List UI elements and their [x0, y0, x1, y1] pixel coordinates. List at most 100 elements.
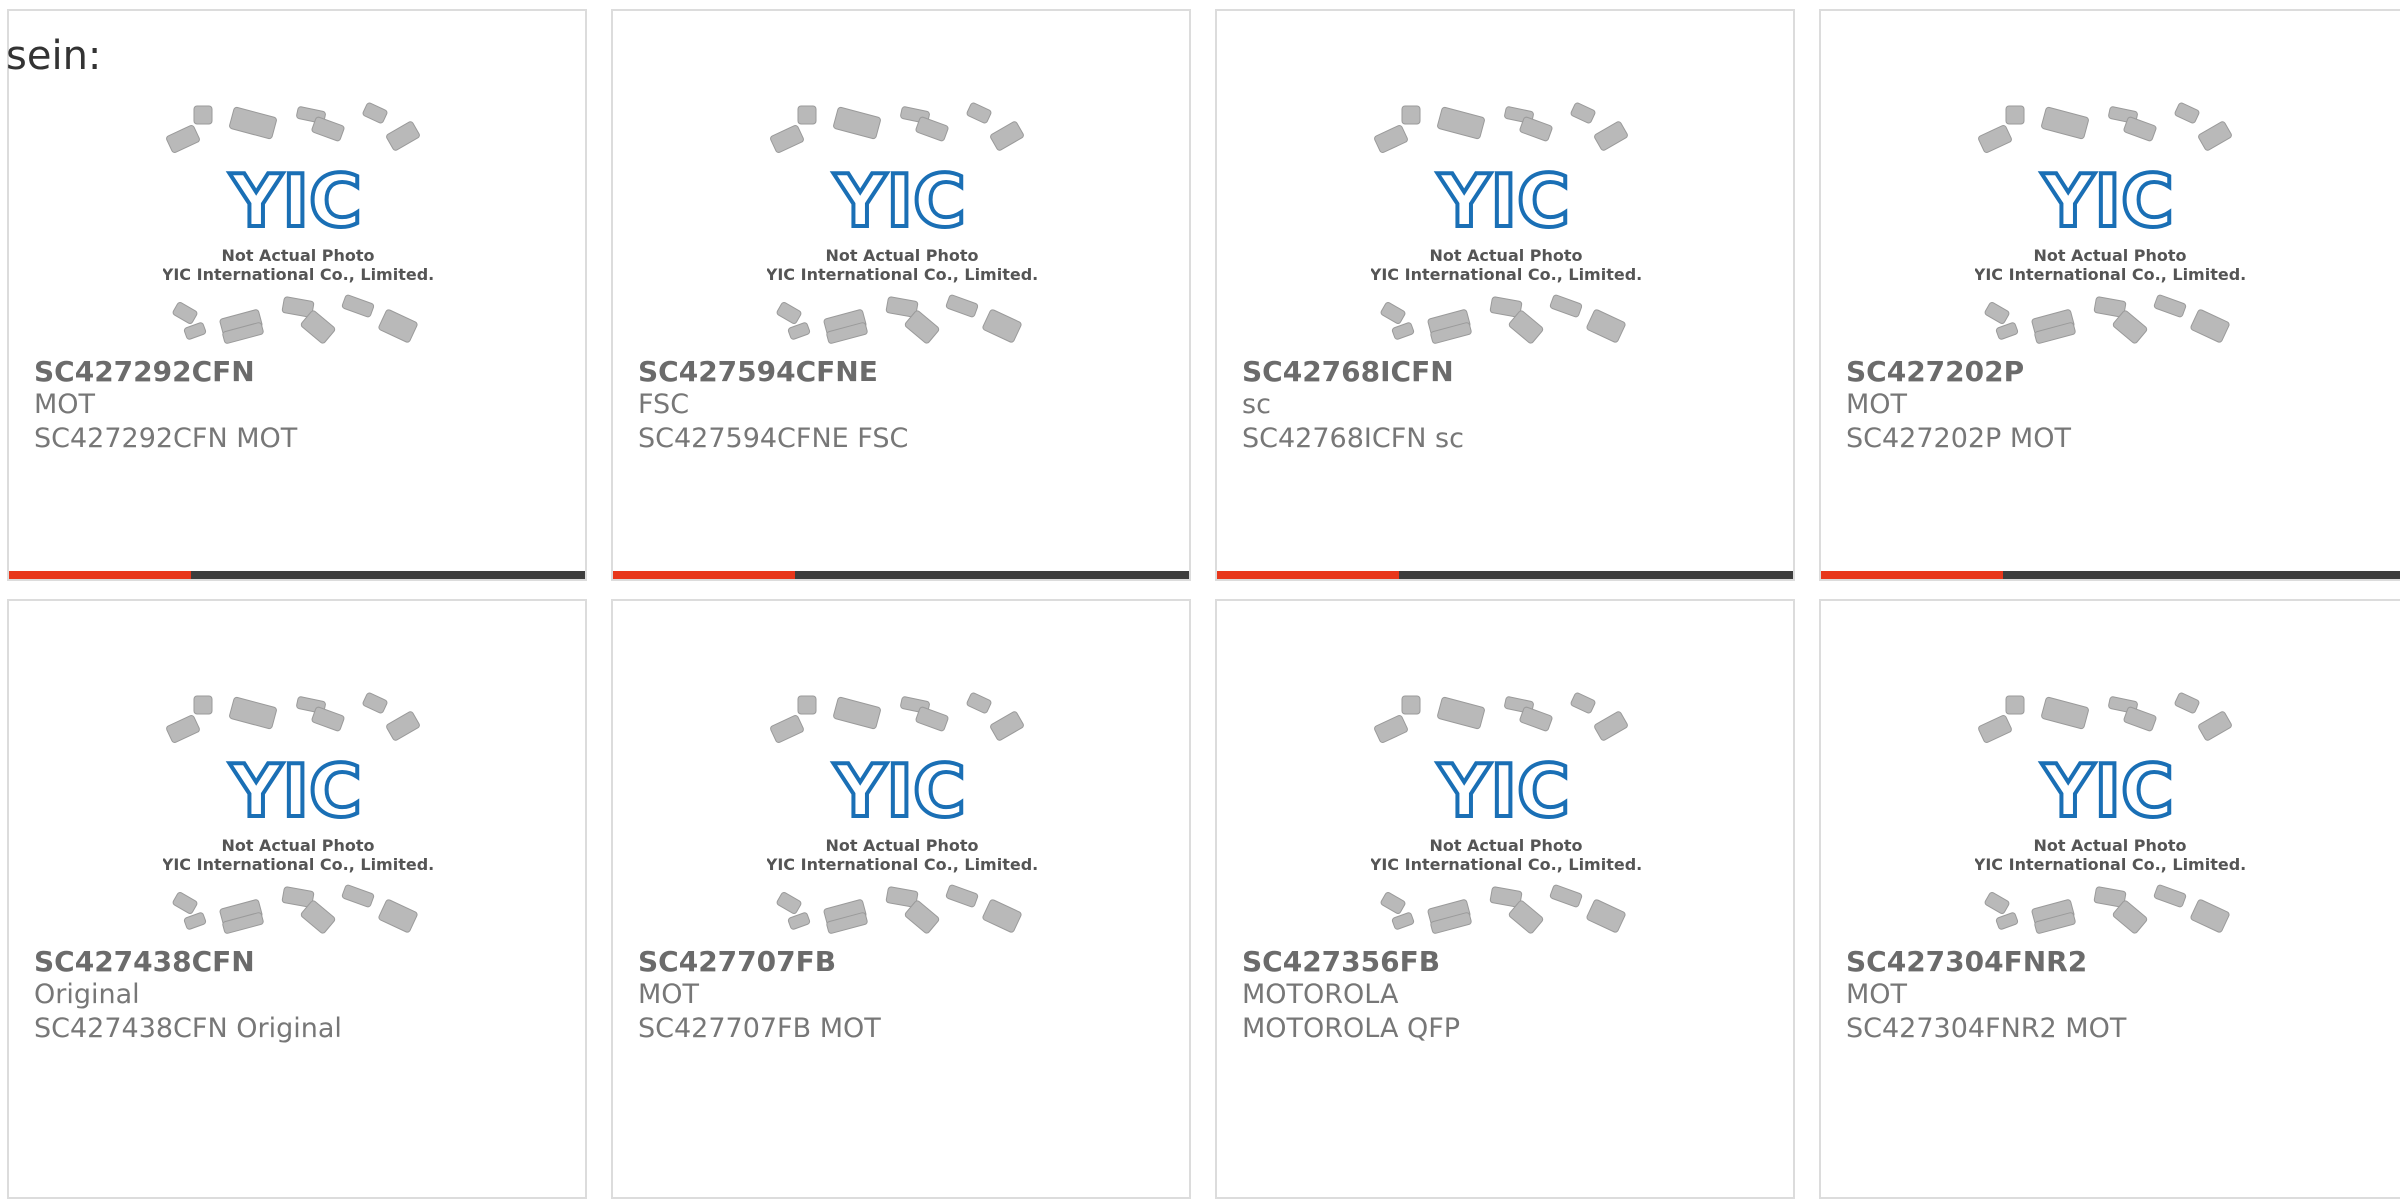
chip-icon	[183, 322, 207, 340]
chip-icon	[1437, 696, 1485, 730]
yic-logo: YIC	[1437, 159, 1570, 243]
product-part-number[interactable]: SC427304FNR2	[1846, 945, 2087, 978]
chip-icon	[2190, 899, 2230, 933]
product-thumbnail: YIC Not Actual PhotoYIC International Co.…	[163, 102, 433, 344]
chip-icon	[787, 322, 811, 340]
chip-icon	[1594, 711, 1628, 741]
chip-icon	[797, 105, 817, 125]
product-manufacturer: MOTOROLA	[1242, 979, 1399, 1010]
chip-icon	[378, 309, 418, 343]
thumbnail-caption: YIC International Co., Limited.	[1371, 265, 1641, 284]
product-card[interactable]: YIC Not Actual Photo YIC International Co.…	[611, 599, 1191, 1199]
thumbnail-caption: Not Actual Photo	[825, 246, 978, 265]
chip-icon	[2198, 121, 2232, 151]
chip-icon	[982, 899, 1022, 933]
product-part-number[interactable]: SC427707FB	[638, 945, 836, 978]
product-grid: YIC Not Actual Photo YIC International Co.…	[0, 0, 2400, 1199]
product-card[interactable]: YIC Not Actual Photo YIC International Co.…	[1819, 599, 2400, 1199]
product-part-number[interactable]: SC427356FB	[1242, 945, 1440, 978]
chip-icon	[166, 714, 200, 744]
product-description: SC427707FB MOT	[638, 1013, 881, 1044]
thumbnail-caption: YIC International Co., Limited.	[767, 855, 1037, 874]
product-thumbnail: YIC Not Actual PhotoYIC International Co.…	[1371, 102, 1641, 344]
card-accent	[1821, 571, 2003, 579]
product-card[interactable]: YIC Not Actual Photo YIC International Co.…	[1819, 9, 2400, 581]
chip-icon	[770, 714, 804, 744]
chip-icon	[229, 696, 277, 730]
chip-icon	[966, 692, 992, 714]
thumbnail-caption: Not Actual Photo	[2033, 246, 2186, 265]
product-manufacturer: Original	[34, 979, 140, 1010]
product-manufacturer: MOT	[34, 389, 96, 420]
product-card[interactable]: YIC Not Actual Photo YIC International Co.…	[1215, 9, 1795, 581]
chip-icon	[1984, 892, 2010, 914]
product-part-number[interactable]: SC427594CFNE	[638, 355, 878, 388]
chip-icon	[172, 892, 198, 914]
intro-text: sein:	[6, 33, 102, 79]
chip-icon	[1380, 302, 1406, 324]
yic-logo: YIC	[1437, 749, 1570, 833]
product-manufacturer: MOT	[1846, 389, 1908, 420]
chip-icon	[193, 105, 213, 125]
product-part-number[interactable]: SC427438CFN	[34, 945, 255, 978]
chip-icon	[1391, 912, 1415, 930]
product-part-number[interactable]: SC42768ICFN	[1242, 355, 1454, 388]
product-description: SC427304FNR2 MOT	[1846, 1013, 2127, 1044]
chip-icon	[1549, 294, 1583, 318]
chip-icon	[1391, 322, 1415, 340]
chip-icon	[990, 121, 1024, 151]
card-accent	[9, 571, 191, 579]
chip-icon	[1978, 714, 2012, 744]
chip-icon	[1549, 884, 1583, 908]
yic-logo: YIC	[2041, 159, 2174, 243]
chip-icon	[193, 695, 213, 715]
product-card[interactable]: YIC Not Actual Photo YIC International Co.…	[7, 9, 587, 581]
product-thumbnail: YIC Not Actual PhotoYIC International Co.…	[1975, 692, 2245, 934]
chip-icon	[362, 102, 388, 124]
chip-icon	[311, 116, 345, 142]
chip-icon	[2153, 884, 2187, 908]
chip-icon	[1437, 106, 1485, 140]
chip-icon	[2190, 309, 2230, 343]
yic-logo: YIC	[2041, 749, 2174, 833]
product-thumbnail: YIC Not Actual PhotoYIC International Co.…	[1371, 692, 1641, 934]
product-card[interactable]: YIC Not Actual Photo YIC International Co.…	[611, 9, 1191, 581]
chip-icon	[229, 106, 277, 140]
chip-icon	[1995, 912, 2019, 930]
thumbnail-caption: YIC International Co., Limited.	[767, 265, 1037, 284]
chip-icon	[1401, 105, 1421, 125]
chip-icon	[945, 884, 979, 908]
product-description: SC42768ICFN sc	[1242, 423, 1464, 454]
chip-icon	[2041, 696, 2089, 730]
chip-icon	[1380, 892, 1406, 914]
chip-icon	[1594, 121, 1628, 151]
chip-icon	[787, 912, 811, 930]
thumbnail-caption: Not Actual Photo	[221, 836, 374, 855]
card-accent	[613, 571, 795, 579]
product-part-number[interactable]: SC427292CFN	[34, 355, 255, 388]
product-part-number[interactable]: SC427202P	[1846, 355, 2024, 388]
yic-logo: YIC	[833, 159, 966, 243]
chip-icon	[797, 695, 817, 715]
chip-icon	[362, 692, 388, 714]
card-progress-bar	[1821, 571, 2400, 579]
chip-icon	[1570, 692, 1596, 714]
product-description: MOTOROLA QFP	[1242, 1013, 1461, 1044]
chip-icon	[2153, 294, 2187, 318]
thumbnail-caption: Not Actual Photo	[2033, 836, 2186, 855]
chip-icon	[183, 912, 207, 930]
chip-icon	[2005, 105, 2025, 125]
product-card[interactable]: YIC Not Actual Photo YIC International Co.…	[1215, 599, 1795, 1199]
product-manufacturer: sc	[1242, 389, 1271, 420]
chip-icon	[1984, 302, 2010, 324]
product-card[interactable]: YIC Not Actual Photo YIC International Co.…	[7, 599, 587, 1199]
product-manufacturer: MOT	[638, 979, 700, 1010]
chip-icon	[1570, 102, 1596, 124]
chip-icon	[2123, 116, 2157, 142]
product-description: SC427438CFN Original	[34, 1013, 342, 1044]
chip-icon	[833, 106, 881, 140]
thumbnail-caption: Not Actual Photo	[1429, 246, 1582, 265]
product-manufacturer: MOT	[1846, 979, 1908, 1010]
chip-icon	[945, 294, 979, 318]
product-thumbnail: YIC Not Actual PhotoYIC International Co.…	[767, 102, 1037, 344]
